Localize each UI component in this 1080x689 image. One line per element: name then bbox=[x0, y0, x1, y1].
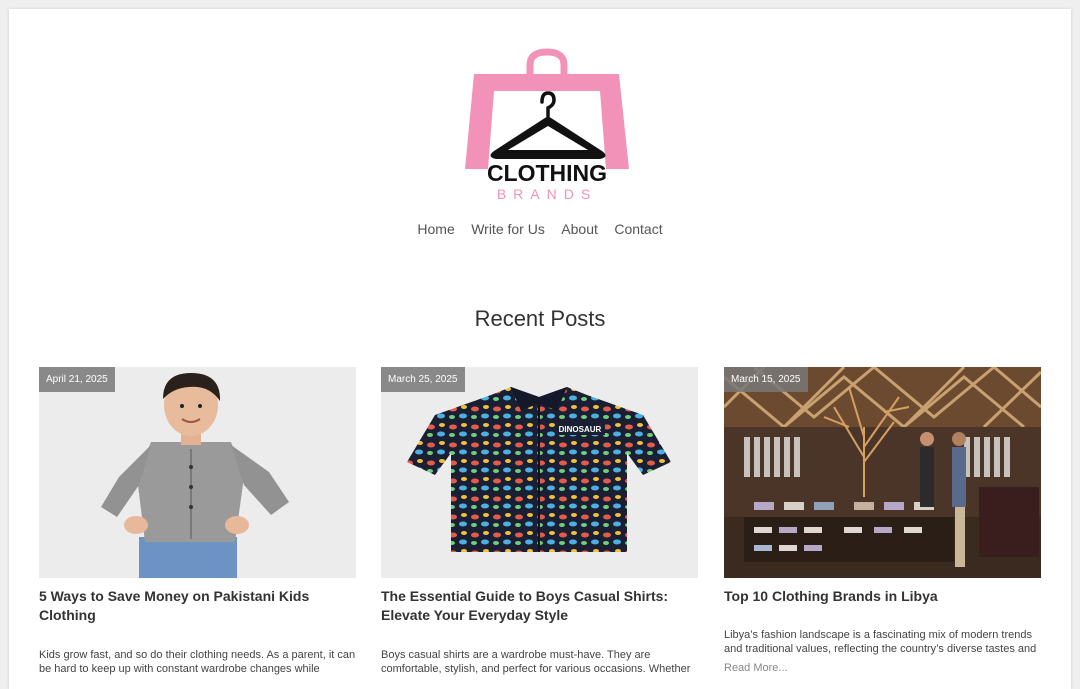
post-title[interactable]: Top 10 Clothing Brands in Libya bbox=[724, 587, 1041, 606]
nav-contact[interactable]: Contact bbox=[614, 220, 662, 238]
nav-about[interactable]: About bbox=[561, 220, 598, 238]
post-excerpt: Kids grow fast, and so do their clothing… bbox=[39, 649, 356, 675]
dinosaur-print-shirt-photo: DINOSAUR bbox=[381, 367, 698, 578]
post-date: April 21, 2025 bbox=[39, 367, 115, 392]
post-thumbnail[interactable]: March 15, 2025 bbox=[724, 367, 1041, 578]
logo-wordmark: CLOTHING bbox=[487, 160, 607, 186]
nav-write-for-us[interactable]: Write for Us bbox=[471, 220, 545, 238]
logo-subtitle: BRANDS bbox=[497, 186, 597, 202]
main-navigation: Home Write for Us About Contact bbox=[9, 220, 1071, 239]
clothing-store-interior-photo bbox=[724, 367, 1041, 578]
post-date: March 15, 2025 bbox=[724, 367, 808, 392]
post-title[interactable]: The Essential Guide to Boys Casual Shirt… bbox=[381, 587, 698, 625]
post-thumbnail[interactable]: April 21, 2025 bbox=[39, 367, 356, 578]
boy-in-gray-shirt-photo bbox=[39, 367, 356, 578]
site-logo[interactable]: CLOTHING BRANDS bbox=[456, 47, 642, 205]
post-card: DINOSAUR March 25, 2025 The Essential Gu… bbox=[381, 367, 698, 676]
post-thumbnail[interactable]: DINOSAUR March 25, 2025 bbox=[381, 367, 698, 578]
nav-home[interactable]: Home bbox=[417, 220, 454, 238]
post-card: April 21, 2025 5 Ways to Save Money on P… bbox=[39, 367, 356, 676]
shirt-label: DINOSAUR bbox=[559, 425, 602, 434]
post-date: March 25, 2025 bbox=[381, 367, 465, 392]
page-container: CLOTHING BRANDS Home Write for Us About … bbox=[9, 9, 1071, 689]
post-title[interactable]: 5 Ways to Save Money on Pakistani Kids C… bbox=[39, 587, 356, 625]
read-more-link[interactable]: Read More... bbox=[724, 662, 1041, 674]
post-excerpt: Libya’s fashion landscape is a fascinati… bbox=[724, 629, 1037, 655]
section-title: Recent Posts bbox=[474, 306, 606, 331]
post-card: March 15, 2025 Top 10 Clothing Brands in… bbox=[724, 367, 1041, 674]
post-excerpt: Boys casual shirts are a wardrobe must-h… bbox=[381, 649, 691, 675]
